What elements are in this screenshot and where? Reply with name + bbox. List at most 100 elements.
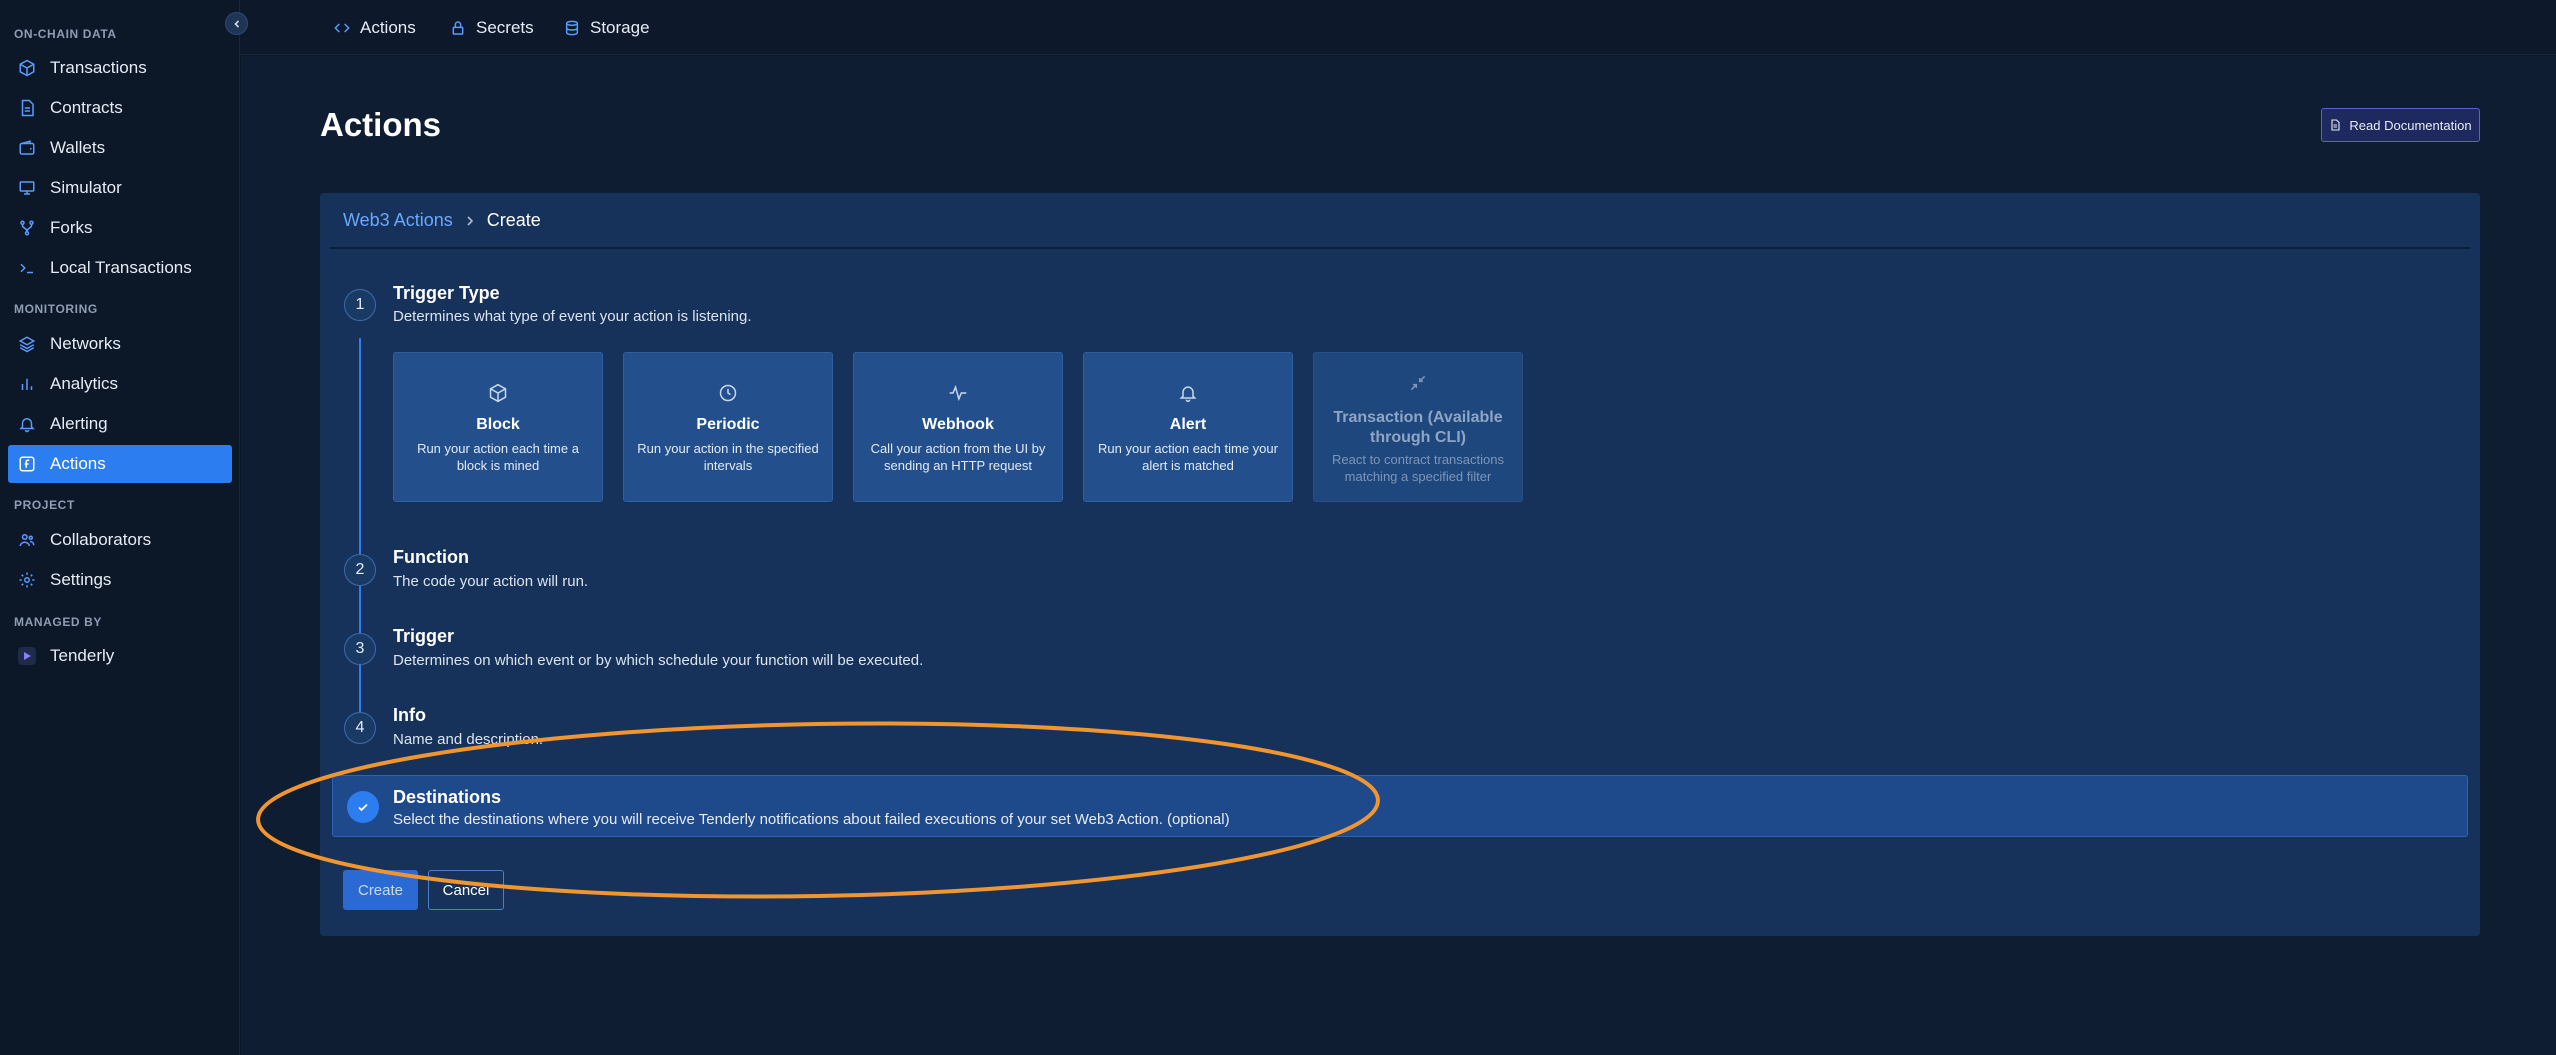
users-icon: [18, 531, 36, 549]
tab-label: Actions: [360, 17, 416, 37]
gear-icon: [18, 571, 36, 589]
sidebar-item-networks[interactable]: Networks: [8, 325, 232, 363]
divider: [330, 247, 2470, 249]
breadcrumb: Web3 Actions Create: [343, 210, 541, 231]
sidebar-item-transactions[interactable]: Transactions: [8, 49, 232, 87]
sidebar-item-label: Local Transactions: [50, 258, 192, 277]
sidebar-item-label: Contracts: [50, 98, 123, 117]
sidebar-item-actions[interactable]: Actions: [8, 445, 232, 483]
create-button[interactable]: Create: [343, 870, 418, 910]
trigger-title: Transaction (Available through CLI): [1333, 409, 1503, 446]
function-icon: [18, 455, 36, 473]
breadcrumb-link-web3-actions[interactable]: Web3 Actions: [343, 210, 453, 231]
fork-icon: [18, 219, 36, 237]
create-action-card: Web3 Actions Create 1 Trigger Type Deter…: [320, 193, 2480, 936]
sidebar-item-label: Transactions: [50, 58, 147, 77]
section-label-project: PROJECT: [14, 498, 75, 512]
step-progress-line: [359, 338, 361, 728]
trigger-description: Run your action each time a block is min…: [417, 441, 579, 473]
step-complete-badge: [347, 791, 379, 823]
document-icon: [18, 99, 36, 117]
step-title-destinations: Destinations: [393, 787, 502, 807]
section-label-managed-by: MANAGED BY: [14, 615, 103, 629]
sidebar-item-label: Alerting: [50, 414, 108, 433]
trigger-option-block[interactable]: Block Run your action each time a block …: [393, 352, 603, 502]
step-desc-trigger: Determines on which event or by which sc…: [393, 652, 924, 669]
bar-chart-icon: [18, 375, 36, 393]
sidebar-item-simulator[interactable]: Simulator: [8, 169, 232, 207]
step-desc-function: The code your action will run.: [393, 573, 589, 590]
trigger-title: Periodic: [696, 416, 760, 433]
trigger-option-transaction: Transaction (Available through CLI) Reac…: [1313, 352, 1523, 502]
trigger-description: React to contract transactions matching …: [1332, 452, 1504, 484]
step-title-function[interactable]: Function: [393, 547, 469, 568]
chevron-left-icon: [232, 19, 242, 29]
monitor-icon: [18, 179, 36, 197]
sidebar-item-label: Analytics: [50, 374, 119, 393]
tab-storage[interactable]: Storage: [564, 0, 650, 55]
sidebar-item-settings[interactable]: Settings: [8, 561, 232, 599]
tab-secrets[interactable]: Secrets: [450, 0, 534, 55]
step-title-trigger-type[interactable]: Trigger Type: [393, 283, 500, 304]
trigger-option-webhook[interactable]: Webhook Call your action from the UI by …: [853, 352, 1063, 502]
sidebar-item-local-transactions[interactable]: Local Transactions: [8, 249, 232, 287]
lock-icon: [450, 20, 466, 36]
step-number-2: 2: [344, 554, 376, 586]
trigger-option-periodic[interactable]: Periodic Run your action in the specifie…: [623, 352, 833, 502]
read-documentation-label: Read Documentation: [2349, 117, 2472, 133]
code-icon: [334, 20, 350, 36]
page-title: Actions: [320, 106, 442, 143]
step-title-trigger[interactable]: Trigger: [393, 626, 454, 647]
clock-icon: [624, 383, 832, 403]
trigger-description: Run your action in the specified interva…: [637, 441, 819, 473]
sidebar-item-forks[interactable]: Forks: [8, 209, 232, 247]
sidebar-item-analytics[interactable]: Analytics: [8, 365, 232, 403]
cancel-button[interactable]: Cancel: [428, 870, 504, 910]
step-destinations[interactable]: Destinations Select the destinations whe…: [332, 775, 2468, 837]
tab-actions[interactable]: Actions: [334, 0, 416, 55]
section-label-monitoring: MONITORING: [14, 302, 98, 316]
step-number-1: 1: [344, 289, 376, 321]
tab-label: Secrets: [476, 17, 534, 37]
cube-icon: [18, 59, 36, 77]
trigger-title: Block: [476, 416, 520, 433]
sidebar-item-collaborators[interactable]: Collaborators: [8, 521, 232, 559]
section-label-on-chain-data: ON-CHAIN DATA: [14, 27, 117, 41]
sidebar-item-label: Networks: [50, 334, 121, 353]
cube-icon: [394, 383, 602, 403]
sidebar: ON-CHAIN DATA Transactions Contracts Wal…: [0, 0, 240, 1055]
sidebar-item-label: Actions: [50, 454, 106, 473]
step-desc-info: Name and description.: [393, 731, 544, 748]
tenderly-logo: [18, 647, 36, 665]
step-desc-destinations: Select the destinations where you will r…: [393, 811, 1230, 828]
trigger-description: Run your action each time your alert is …: [1098, 441, 1278, 473]
sidebar-item-label: Tenderly: [50, 646, 115, 665]
step-title-info[interactable]: Info: [393, 705, 426, 726]
sidebar-item-label: Wallets: [50, 138, 106, 157]
check-icon: [356, 800, 370, 814]
step-number-3: 3: [344, 633, 376, 665]
collapse-arrows-icon: [1314, 373, 1522, 393]
read-documentation-button[interactable]: Read Documentation: [2321, 108, 2480, 142]
trigger-description: Call your action from the UI by sending …: [870, 441, 1046, 473]
sidebar-item-alerting[interactable]: Alerting: [8, 405, 232, 443]
sidebar-item-label: Forks: [50, 218, 93, 237]
bell-icon: [1084, 383, 1292, 403]
sidebar-item-tenderly[interactable]: Tenderly: [8, 637, 232, 675]
top-nav: Actions Secrets Storage: [240, 0, 2556, 55]
tab-label: Storage: [590, 17, 650, 37]
chevron-right-icon: [465, 215, 475, 227]
trigger-title: Webhook: [922, 416, 994, 433]
sidebar-item-label: Settings: [50, 570, 112, 589]
terminal-icon: [18, 259, 36, 277]
trigger-option-alert[interactable]: Alert Run your action each time your ale…: [1083, 352, 1293, 502]
sidebar-collapse-button[interactable]: [225, 12, 248, 35]
step-desc-trigger-type: Determines what type of event your actio…: [393, 308, 752, 325]
sidebar-item-wallets[interactable]: Wallets: [8, 129, 232, 167]
pulse-icon: [854, 383, 1062, 403]
wallet-icon: [18, 139, 36, 157]
sidebar-item-label: Simulator: [50, 178, 122, 197]
step-number-4: 4: [344, 712, 376, 744]
bell-icon: [18, 415, 36, 433]
sidebar-item-contracts[interactable]: Contracts: [8, 89, 232, 127]
